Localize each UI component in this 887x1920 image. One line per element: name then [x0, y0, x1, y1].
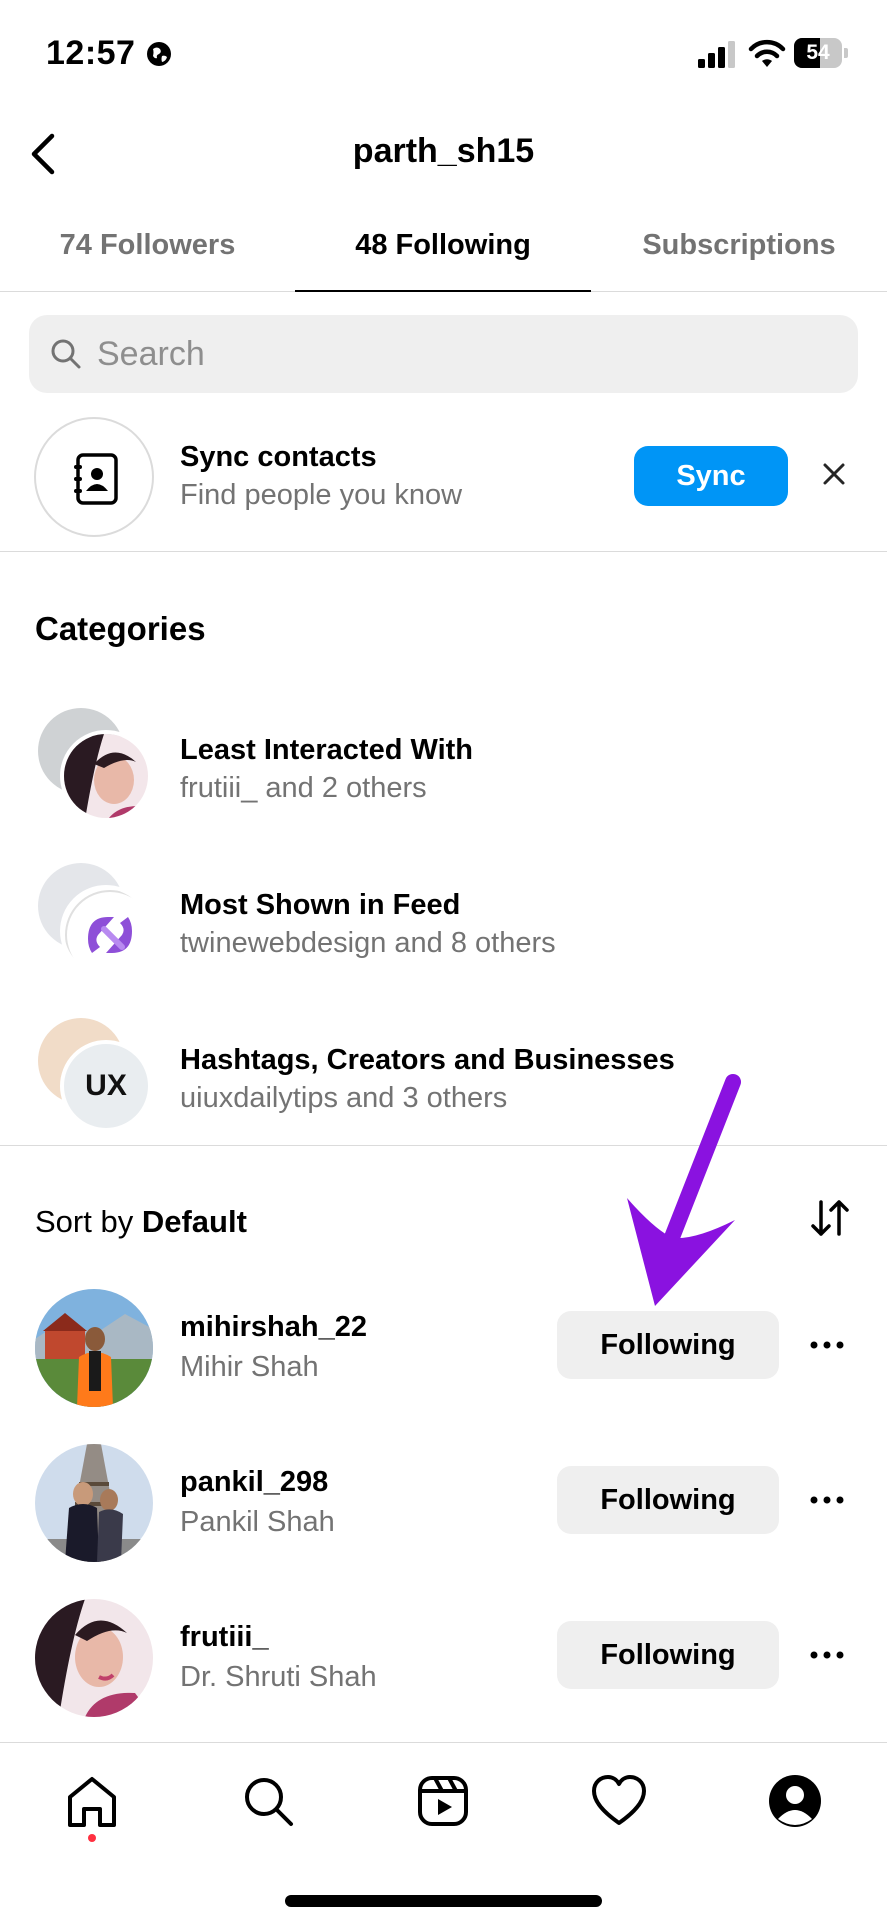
avatar — [35, 1599, 153, 1717]
following-button[interactable]: Following — [557, 1621, 779, 1689]
close-icon[interactable] — [820, 460, 848, 488]
user-row[interactable]: pankil_298 Pankil Shah Following — [0, 1428, 887, 1582]
full-name: Dr. Shruti Shah — [180, 1661, 377, 1693]
heart-icon[interactable] — [589, 1771, 649, 1831]
reels-icon[interactable] — [413, 1771, 473, 1831]
sync-button[interactable]: Sync — [634, 446, 788, 506]
category-avatar: UX — [60, 1040, 152, 1132]
sort-label[interactable]: Sort by Default — [35, 1204, 247, 1240]
category-avatar — [60, 885, 152, 977]
tab-followers[interactable]: 74 Followers — [0, 210, 295, 292]
tab-subscriptions[interactable]: Subscriptions — [591, 210, 887, 292]
username: pankil_298 — [180, 1466, 329, 1498]
username: mihirshah_22 — [180, 1311, 367, 1343]
tab-following[interactable]: 48 Following — [295, 210, 591, 292]
contacts-book-icon — [74, 453, 118, 505]
full-name: Mihir Shah — [180, 1351, 319, 1383]
more-options-icon[interactable] — [808, 1488, 846, 1512]
search-icon[interactable] — [238, 1771, 298, 1831]
category-subtitle: twinewebdesign and 8 others — [180, 927, 556, 959]
wifi-icon — [748, 39, 786, 67]
sync-contacts-subtitle: Find people you know — [180, 479, 463, 511]
category-title: Hashtags, Creators and Businesses — [180, 1044, 675, 1076]
nav-header: parth_sh15 — [0, 110, 887, 200]
battery-level: 54 — [806, 41, 830, 64]
category-title: Least Interacted With — [180, 734, 474, 766]
user-row[interactable]: mihirshah_22 Mihir Shah Following — [0, 1273, 887, 1427]
active-tab-indicator — [295, 290, 591, 292]
category-most-shown[interactable]: Most Shown in Feed twinewebdesign and 8 … — [0, 855, 887, 985]
category-title: Most Shown in Feed — [180, 889, 461, 921]
username: frutiii_ — [180, 1621, 269, 1653]
search-icon — [51, 339, 81, 369]
full-name: Pankil Shah — [180, 1506, 335, 1538]
home-indicator — [285, 1895, 602, 1907]
search-bar — [29, 315, 858, 393]
bottom-tab-bar — [0, 1742, 887, 1920]
following-button[interactable]: Following — [557, 1311, 779, 1379]
globe-icon — [147, 42, 171, 66]
cellular-signal-icon — [698, 41, 735, 68]
status-time: 12:57 — [46, 34, 136, 72]
category-subtitle: frutiii_ and 2 others — [180, 772, 427, 804]
page-title: parth_sh15 — [352, 132, 535, 170]
battery-icon: 54 — [794, 38, 848, 68]
tab-bar-top: 74 Followers 48 Following Subscriptions — [0, 210, 887, 292]
sync-contacts-row: Sync contacts Find people you know Sync — [0, 415, 887, 552]
categories-heading: Categories — [35, 610, 206, 647]
user-row[interactable]: frutiii_ Dr. Shruti Shah Following — [0, 1583, 887, 1737]
following-button[interactable]: Following — [557, 1466, 779, 1534]
category-subtitle: uiuxdailytips and 3 others — [180, 1082, 508, 1114]
avatar — [35, 1289, 153, 1407]
category-least-interacted[interactable]: Least Interacted With frutiii_ and 2 oth… — [0, 700, 887, 830]
more-options-icon[interactable] — [808, 1333, 846, 1357]
category-avatar — [60, 730, 152, 822]
sort-arrows-icon[interactable] — [808, 1196, 852, 1240]
notification-dot — [88, 1834, 96, 1842]
avatar — [35, 1444, 153, 1562]
sort-value: Default — [141, 1204, 247, 1239]
status-bar: 12:57 54 — [0, 0, 887, 110]
sort-prefix: Sort by — [35, 1204, 134, 1239]
annotation-arrow — [627, 1074, 741, 1306]
divider — [0, 1145, 887, 1146]
sync-contacts-title: Sync contacts — [180, 441, 377, 473]
home-icon[interactable] — [62, 1771, 122, 1831]
category-hashtags-creators[interactable]: UX Hashtags, Creators and Businesses uiu… — [0, 1010, 887, 1140]
search-input[interactable] — [97, 315, 837, 393]
ux-badge: UX — [85, 1069, 127, 1102]
profile-icon[interactable] — [765, 1771, 825, 1831]
more-options-icon[interactable] — [808, 1643, 846, 1667]
sync-contacts-avatar — [34, 417, 154, 537]
